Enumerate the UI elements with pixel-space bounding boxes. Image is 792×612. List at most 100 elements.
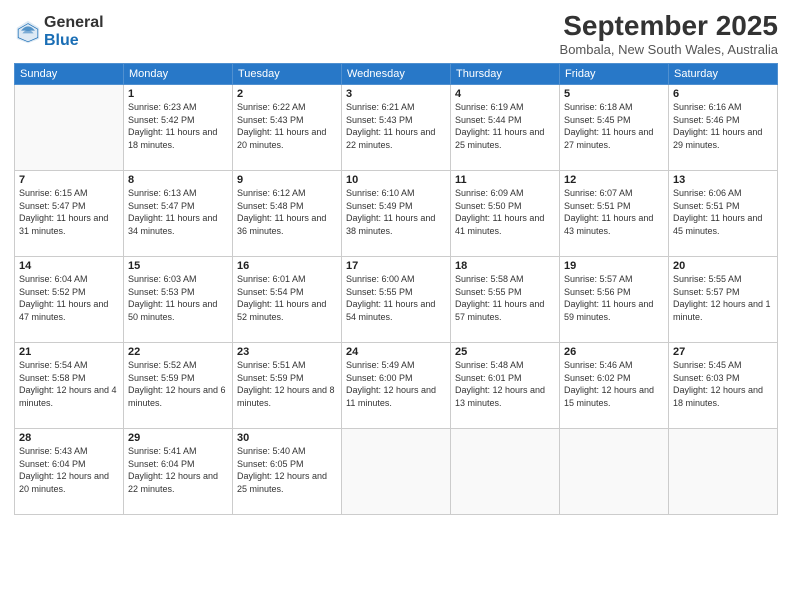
day-number: 28	[19, 432, 119, 444]
header-monday: Monday	[124, 64, 233, 85]
day-info: Sunrise: 6:01 AM Sunset: 5:54 PM Dayligh…	[237, 273, 337, 323]
table-row: 1Sunrise: 6:23 AM Sunset: 5:42 PM Daylig…	[124, 85, 233, 171]
day-number: 24	[346, 346, 446, 358]
table-row: 7Sunrise: 6:15 AM Sunset: 5:47 PM Daylig…	[15, 171, 124, 257]
table-row: 27Sunrise: 5:45 AM Sunset: 6:03 PM Dayli…	[669, 343, 778, 429]
day-info: Sunrise: 6:10 AM Sunset: 5:49 PM Dayligh…	[346, 187, 446, 237]
day-number: 16	[237, 260, 337, 272]
day-number: 10	[346, 174, 446, 186]
day-info: Sunrise: 5:41 AM Sunset: 6:04 PM Dayligh…	[128, 445, 228, 495]
header-tuesday: Tuesday	[233, 64, 342, 85]
table-row: 17Sunrise: 6:00 AM Sunset: 5:55 PM Dayli…	[342, 257, 451, 343]
day-info: Sunrise: 5:54 AM Sunset: 5:58 PM Dayligh…	[19, 359, 119, 409]
calendar-week-row: 14Sunrise: 6:04 AM Sunset: 5:52 PM Dayli…	[15, 257, 778, 343]
month-title: September 2025	[560, 10, 778, 42]
table-row: 29Sunrise: 5:41 AM Sunset: 6:04 PM Dayli…	[124, 429, 233, 515]
header-sunday: Sunday	[15, 64, 124, 85]
day-number: 7	[19, 174, 119, 186]
logo-text: General Blue	[44, 14, 104, 49]
day-number: 2	[237, 88, 337, 100]
day-number: 13	[673, 174, 773, 186]
calendar-week-row: 1Sunrise: 6:23 AM Sunset: 5:42 PM Daylig…	[15, 85, 778, 171]
location: Bombala, New South Wales, Australia	[560, 42, 778, 57]
calendar-header-row: Sunday Monday Tuesday Wednesday Thursday…	[15, 64, 778, 85]
table-row: 10Sunrise: 6:10 AM Sunset: 5:49 PM Dayli…	[342, 171, 451, 257]
day-number: 23	[237, 346, 337, 358]
day-number: 5	[564, 88, 664, 100]
day-number: 12	[564, 174, 664, 186]
day-number: 19	[564, 260, 664, 272]
day-number: 6	[673, 88, 773, 100]
page: General Blue September 2025 Bombala, New…	[0, 0, 792, 612]
table-row: 28Sunrise: 5:43 AM Sunset: 6:04 PM Dayli…	[15, 429, 124, 515]
table-row	[560, 429, 669, 515]
day-info: Sunrise: 6:12 AM Sunset: 5:48 PM Dayligh…	[237, 187, 337, 237]
day-number: 17	[346, 260, 446, 272]
header: General Blue September 2025 Bombala, New…	[14, 10, 778, 57]
day-number: 20	[673, 260, 773, 272]
table-row	[342, 429, 451, 515]
calendar-week-row: 28Sunrise: 5:43 AM Sunset: 6:04 PM Dayli…	[15, 429, 778, 515]
logo-blue-text: Blue	[44, 32, 104, 50]
calendar-table: Sunday Monday Tuesday Wednesday Thursday…	[14, 63, 778, 515]
table-row: 24Sunrise: 5:49 AM Sunset: 6:00 PM Dayli…	[342, 343, 451, 429]
day-number: 14	[19, 260, 119, 272]
calendar-week-row: 7Sunrise: 6:15 AM Sunset: 5:47 PM Daylig…	[15, 171, 778, 257]
table-row: 16Sunrise: 6:01 AM Sunset: 5:54 PM Dayli…	[233, 257, 342, 343]
title-section: September 2025 Bombala, New South Wales,…	[560, 10, 778, 57]
table-row: 15Sunrise: 6:03 AM Sunset: 5:53 PM Dayli…	[124, 257, 233, 343]
table-row: 25Sunrise: 5:48 AM Sunset: 6:01 PM Dayli…	[451, 343, 560, 429]
table-row: 20Sunrise: 5:55 AM Sunset: 5:57 PM Dayli…	[669, 257, 778, 343]
day-number: 4	[455, 88, 555, 100]
table-row	[451, 429, 560, 515]
day-info: Sunrise: 6:06 AM Sunset: 5:51 PM Dayligh…	[673, 187, 773, 237]
day-number: 9	[237, 174, 337, 186]
table-row: 18Sunrise: 5:58 AM Sunset: 5:55 PM Dayli…	[451, 257, 560, 343]
day-info: Sunrise: 6:19 AM Sunset: 5:44 PM Dayligh…	[455, 101, 555, 151]
day-number: 1	[128, 88, 228, 100]
day-info: Sunrise: 6:00 AM Sunset: 5:55 PM Dayligh…	[346, 273, 446, 323]
day-info: Sunrise: 5:43 AM Sunset: 6:04 PM Dayligh…	[19, 445, 119, 495]
day-number: 3	[346, 88, 446, 100]
day-info: Sunrise: 5:40 AM Sunset: 6:05 PM Dayligh…	[237, 445, 337, 495]
day-number: 25	[455, 346, 555, 358]
table-row: 23Sunrise: 5:51 AM Sunset: 5:59 PM Dayli…	[233, 343, 342, 429]
day-info: Sunrise: 6:07 AM Sunset: 5:51 PM Dayligh…	[564, 187, 664, 237]
table-row: 5Sunrise: 6:18 AM Sunset: 5:45 PM Daylig…	[560, 85, 669, 171]
day-info: Sunrise: 5:58 AM Sunset: 5:55 PM Dayligh…	[455, 273, 555, 323]
day-info: Sunrise: 5:46 AM Sunset: 6:02 PM Dayligh…	[564, 359, 664, 409]
day-info: Sunrise: 5:55 AM Sunset: 5:57 PM Dayligh…	[673, 273, 773, 323]
table-row: 6Sunrise: 6:16 AM Sunset: 5:46 PM Daylig…	[669, 85, 778, 171]
table-row: 4Sunrise: 6:19 AM Sunset: 5:44 PM Daylig…	[451, 85, 560, 171]
day-info: Sunrise: 5:51 AM Sunset: 5:59 PM Dayligh…	[237, 359, 337, 409]
table-row: 26Sunrise: 5:46 AM Sunset: 6:02 PM Dayli…	[560, 343, 669, 429]
day-info: Sunrise: 5:48 AM Sunset: 6:01 PM Dayligh…	[455, 359, 555, 409]
day-info: Sunrise: 6:13 AM Sunset: 5:47 PM Dayligh…	[128, 187, 228, 237]
day-number: 11	[455, 174, 555, 186]
day-number: 26	[564, 346, 664, 358]
day-info: Sunrise: 6:22 AM Sunset: 5:43 PM Dayligh…	[237, 101, 337, 151]
day-info: Sunrise: 6:21 AM Sunset: 5:43 PM Dayligh…	[346, 101, 446, 151]
header-friday: Friday	[560, 64, 669, 85]
table-row: 30Sunrise: 5:40 AM Sunset: 6:05 PM Dayli…	[233, 429, 342, 515]
day-info: Sunrise: 6:16 AM Sunset: 5:46 PM Dayligh…	[673, 101, 773, 151]
table-row	[669, 429, 778, 515]
table-row: 22Sunrise: 5:52 AM Sunset: 5:59 PM Dayli…	[124, 343, 233, 429]
day-number: 22	[128, 346, 228, 358]
day-info: Sunrise: 5:52 AM Sunset: 5:59 PM Dayligh…	[128, 359, 228, 409]
day-number: 27	[673, 346, 773, 358]
day-info: Sunrise: 5:57 AM Sunset: 5:56 PM Dayligh…	[564, 273, 664, 323]
logo-general-text: General	[44, 14, 104, 32]
day-info: Sunrise: 6:03 AM Sunset: 5:53 PM Dayligh…	[128, 273, 228, 323]
day-info: Sunrise: 6:15 AM Sunset: 5:47 PM Dayligh…	[19, 187, 119, 237]
day-info: Sunrise: 6:09 AM Sunset: 5:50 PM Dayligh…	[455, 187, 555, 237]
table-row: 13Sunrise: 6:06 AM Sunset: 5:51 PM Dayli…	[669, 171, 778, 257]
table-row: 2Sunrise: 6:22 AM Sunset: 5:43 PM Daylig…	[233, 85, 342, 171]
table-row: 12Sunrise: 6:07 AM Sunset: 5:51 PM Dayli…	[560, 171, 669, 257]
header-thursday: Thursday	[451, 64, 560, 85]
day-number: 18	[455, 260, 555, 272]
header-saturday: Saturday	[669, 64, 778, 85]
day-info: Sunrise: 6:18 AM Sunset: 5:45 PM Dayligh…	[564, 101, 664, 151]
table-row: 21Sunrise: 5:54 AM Sunset: 5:58 PM Dayli…	[15, 343, 124, 429]
table-row: 19Sunrise: 5:57 AM Sunset: 5:56 PM Dayli…	[560, 257, 669, 343]
